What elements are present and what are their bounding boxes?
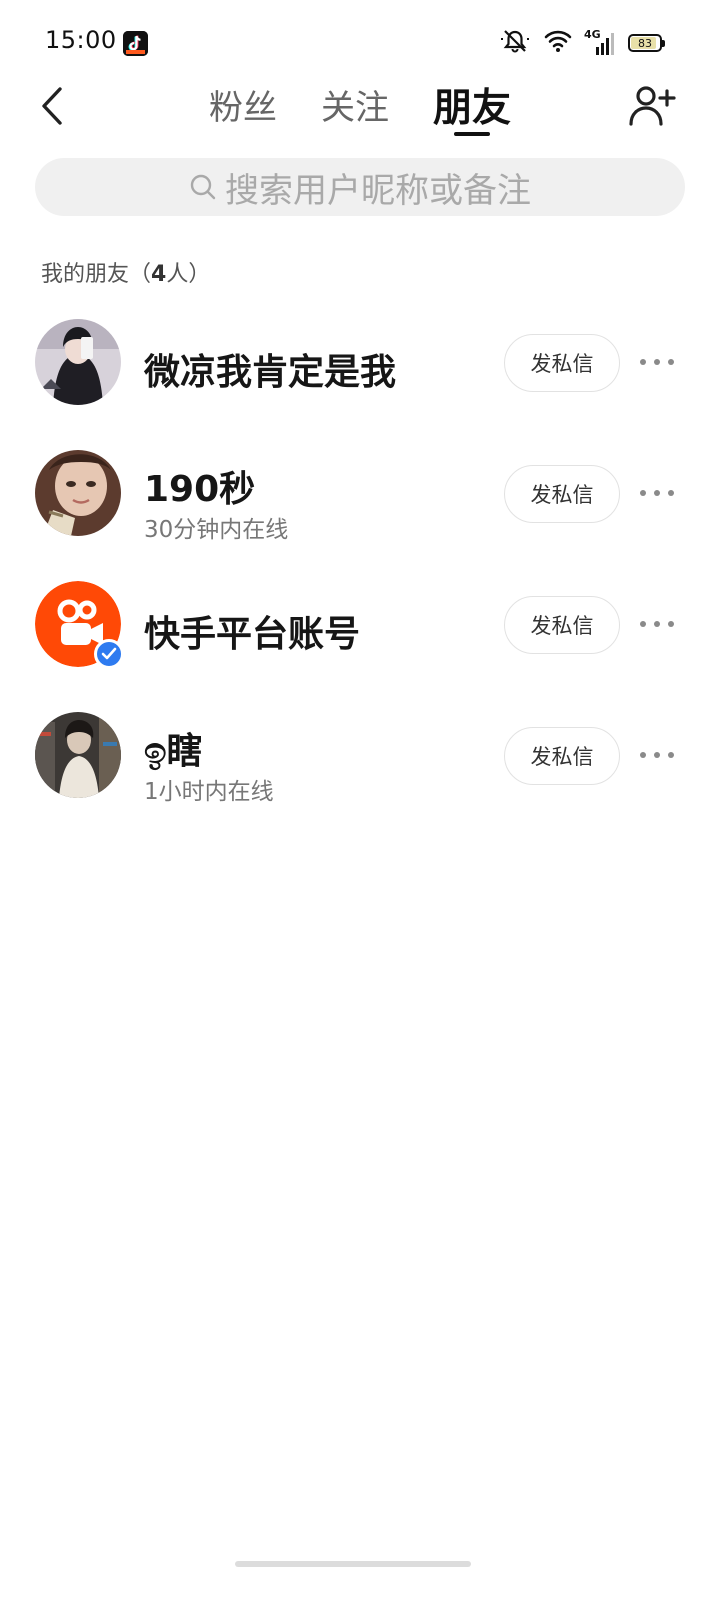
tab-bar: 粉丝 关注 朋友 (0, 72, 720, 142)
tiktok-app-icon (123, 31, 148, 56)
friends-count: 4 (151, 262, 167, 287)
more-dot-icon (654, 752, 660, 758)
friend-name: ඉ瞎 (144, 731, 203, 772)
more-dot-icon (640, 621, 646, 627)
more-options-button[interactable] (640, 352, 674, 372)
add-friend-button[interactable] (628, 82, 676, 130)
tab-fans[interactable]: 粉丝 (209, 72, 277, 142)
more-options-button[interactable] (640, 745, 674, 765)
friend-name: 190秒 (144, 469, 256, 510)
friend-row[interactable]: 微凉我肯定是我 发私信 (0, 319, 720, 429)
status-icons: 4G 83 (500, 28, 665, 58)
verified-badge-icon (94, 639, 124, 669)
friend-row[interactable]: 快手平台账号 发私信 (0, 581, 720, 691)
friends-count-label: 我的朋友（4人） (41, 256, 210, 288)
tab-following[interactable]: 关注 (321, 72, 389, 142)
avatar[interactable] (35, 450, 121, 536)
friends-count-suffix: 人） (166, 262, 211, 287)
send-message-button[interactable]: 发私信 (504, 465, 620, 523)
more-dot-icon (668, 490, 674, 496)
tab-fans-label: 粉丝 (208, 88, 277, 128)
signal-4g-icon: 4G (584, 28, 614, 55)
header: 粉丝 关注 朋友 (0, 72, 720, 142)
tab-friends[interactable]: 朋友 (433, 72, 511, 142)
more-options-button[interactable] (640, 614, 674, 634)
tab-following-label: 关注 (320, 88, 389, 128)
more-dot-icon (668, 621, 674, 627)
send-message-button[interactable]: 发私信 (504, 334, 620, 392)
wifi-icon (544, 29, 572, 57)
more-dot-icon (654, 621, 660, 627)
friend-row[interactable]: 190秒 30分钟内在线 发私信 (0, 450, 720, 560)
status-time: 15:00 (45, 26, 117, 54)
avatar[interactable] (35, 319, 121, 405)
more-options-button[interactable] (640, 483, 674, 503)
online-status: 30分钟内在线 (144, 517, 289, 543)
friends-screen: 15:00 4G 83 粉丝 关注 朋友 搜索用户昵称或备注 我的朋友（4人） … (0, 0, 720, 1600)
send-message-button[interactable]: 发私信 (504, 596, 620, 654)
friend-name: 微凉我肯定是我 (144, 352, 397, 393)
send-message-button[interactable]: 发私信 (504, 727, 620, 785)
search-input[interactable]: 搜索用户昵称或备注 (35, 158, 685, 216)
home-indicator[interactable] (235, 1561, 471, 1567)
search-icon (190, 174, 216, 200)
more-dot-icon (668, 359, 674, 365)
tab-friends-label: 朋友 (432, 86, 511, 131)
battery-level: 83 (638, 36, 652, 50)
avatar[interactable] (35, 712, 121, 798)
more-dot-icon (640, 490, 646, 496)
more-dot-icon (654, 359, 660, 365)
add-user-icon (629, 86, 676, 126)
more-dot-icon (640, 359, 646, 365)
more-dot-icon (668, 752, 674, 758)
friend-row[interactable]: ඉ瞎 1小时内在线 发私信 (0, 712, 720, 822)
network-label: 4G (584, 28, 601, 41)
more-dot-icon (640, 752, 646, 758)
battery-icon: 83 (628, 34, 665, 52)
friends-count-prefix: 我的朋友（ (41, 262, 152, 287)
mute-bell-icon (500, 28, 530, 58)
friend-name: 快手平台账号 (144, 614, 361, 655)
status-bar: 15:00 4G 83 (0, 0, 720, 80)
online-status: 1小时内在线 (144, 779, 274, 805)
more-dot-icon (654, 490, 660, 496)
search-placeholder: 搜索用户昵称或备注 (225, 170, 531, 211)
active-tab-indicator (453, 132, 490, 136)
